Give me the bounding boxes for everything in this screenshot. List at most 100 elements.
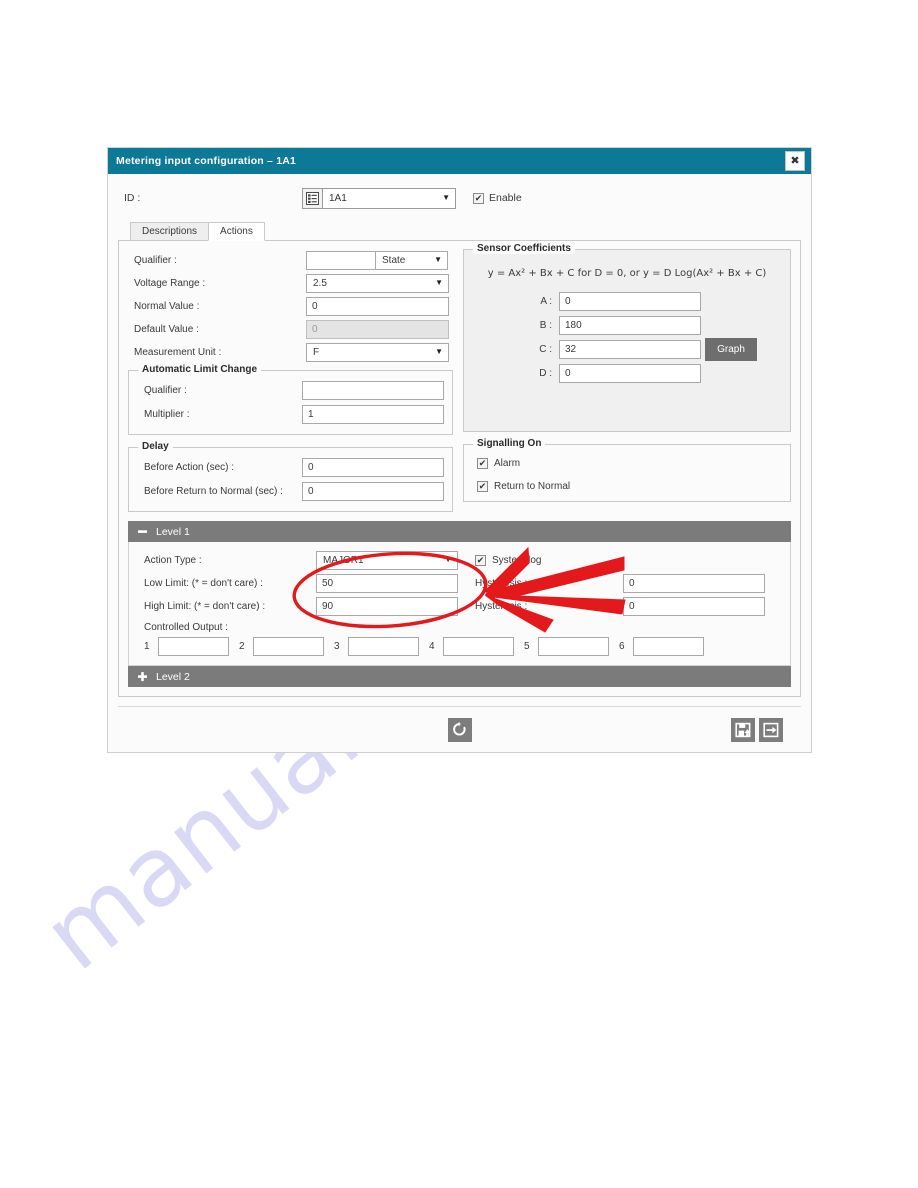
coef-a-input[interactable]: 0: [559, 291, 701, 311]
coef-d-label: D :: [539, 367, 552, 379]
close-icon[interactable]: ✖: [785, 151, 805, 171]
chevron-down-icon: ▼: [435, 347, 443, 356]
level-2-title: Level 2: [156, 670, 190, 683]
coef-row-d: D : 0: [474, 362, 780, 384]
plus-icon[interactable]: [137, 671, 148, 682]
chevron-down-icon: ▼: [444, 555, 452, 564]
before-action-label: Before Action (sec) :: [144, 462, 235, 473]
alc-qualifier-row: Qualifier :: [136, 379, 445, 402]
dialog-footer: [118, 706, 801, 752]
voltage-range-select[interactable]: 2.5 ▼: [306, 273, 449, 293]
chevron-down-icon: ▼: [435, 278, 443, 287]
default-value-input: 0: [306, 319, 449, 339]
before-return-label: Before Return to Normal (sec) :: [144, 486, 283, 497]
low-limit-label: Low Limit: (* = don't care) :: [144, 577, 263, 589]
graph-button[interactable]: Graph: [705, 338, 757, 361]
id-select-value: 1A1: [329, 192, 347, 204]
save-icon[interactable]: [731, 717, 755, 742]
low-limit-input[interactable]: 50: [316, 573, 458, 593]
automatic-limit-change-legend: Automatic Limit Change: [138, 364, 262, 375]
hysteresis-1-input[interactable]: 0: [623, 573, 765, 593]
controlled-output-input-5[interactable]: [538, 637, 609, 656]
refresh-icon[interactable]: [447, 717, 472, 742]
controlled-output-num-6: 6: [619, 641, 625, 652]
system-log-checkbox-box[interactable]: ✔: [475, 554, 486, 566]
controlled-output-input-6[interactable]: [633, 637, 704, 656]
dialog-title: Metering input configuration – 1A1: [116, 155, 297, 167]
controlled-output-num-5: 5: [524, 641, 530, 652]
normal-value-input[interactable]: 0: [306, 296, 449, 316]
alc-multiplier-input[interactable]: 1: [302, 405, 444, 424]
alc-qualifier-label: Qualifier :: [144, 385, 187, 396]
enable-checkbox[interactable]: ✔ Enable: [473, 192, 522, 204]
controlled-output-input-1[interactable]: [158, 637, 229, 656]
system-log-checkbox[interactable]: ✔ System log: [467, 549, 541, 572]
controlled-output-num-2: 2: [239, 641, 245, 652]
signalling-alarm[interactable]: ✔ Alarm: [471, 452, 783, 475]
before-action-row: Before Action (sec) : 0: [136, 456, 445, 479]
coef-c-input[interactable]: 32: [559, 339, 701, 359]
level-1-header[interactable]: Level 1: [128, 521, 791, 542]
high-limit-label: High Limit: (* = don't care) :: [144, 600, 266, 612]
controlled-output-input-4[interactable]: [443, 637, 514, 656]
controlled-output-input-2[interactable]: [253, 637, 324, 656]
enable-checkbox-box[interactable]: ✔: [473, 192, 484, 204]
alc-multiplier-label: Multiplier :: [144, 409, 190, 420]
measurement-unit-select[interactable]: F ▼: [306, 342, 449, 362]
delay-legend: Delay: [138, 441, 173, 452]
qualifier-select[interactable]: State ▼: [376, 250, 448, 270]
level-1-columns: Action Type : MAJOR1 ▼ Low Limit: (* = d…: [138, 549, 781, 618]
sensor-coefficients-group: Sensor Coefficients y = Ax² + Bx + C for…: [463, 243, 791, 432]
controlled-output-cell-3: 3: [334, 637, 419, 656]
signalling-return-to-normal[interactable]: ✔ Return to Normal: [471, 475, 783, 498]
list-grid-icon[interactable]: [302, 187, 323, 209]
alarm-label: Alarm: [494, 458, 521, 469]
voltage-range-row: Voltage Range : 2.5 ▼: [128, 272, 453, 294]
controlled-output-cell-2: 2: [239, 637, 324, 656]
return-to-normal-checkbox[interactable]: ✔: [477, 481, 488, 492]
hysteresis-1-row: Hysteresis : 0: [467, 572, 781, 594]
default-value-row: Default Value : 0: [128, 318, 453, 340]
action-type-select[interactable]: MAJOR1 ▼: [316, 550, 458, 570]
id-select[interactable]: 1A1 ▼: [323, 187, 456, 209]
before-return-input[interactable]: 0: [302, 482, 444, 501]
tab-descriptions[interactable]: Descriptions: [130, 222, 210, 241]
coef-row-a: A : 0: [474, 290, 780, 312]
hysteresis-2-row: Hysteresis : 0: [467, 595, 781, 617]
tab-actions[interactable]: Actions: [208, 222, 265, 241]
signalling-on-legend: Signalling On: [473, 438, 546, 449]
alc-qualifier-input[interactable]: [302, 381, 444, 400]
right-column: Sensor Coefficients y = Ax² + Bx + C for…: [463, 243, 791, 512]
left-column: Qualifier : State ▼ Voltage Range : 2.5: [128, 249, 453, 512]
level-2-header[interactable]: Level 2: [128, 666, 791, 687]
coef-b-input[interactable]: 180: [559, 315, 701, 335]
high-limit-input[interactable]: 90: [316, 596, 458, 616]
controlled-output-cell-6: 6: [619, 637, 704, 656]
measurement-unit-row: Measurement Unit : F ▼: [128, 341, 453, 363]
return-to-normal-label: Return to Normal: [494, 481, 571, 492]
level-1-title: Level 1: [156, 525, 190, 538]
controlled-output-num-3: 3: [334, 641, 340, 652]
alc-multiplier-row: Multiplier : 1: [136, 403, 445, 426]
coef-d-input[interactable]: 0: [559, 363, 701, 383]
alarm-checkbox[interactable]: ✔: [477, 458, 488, 469]
before-action-input[interactable]: 0: [302, 458, 444, 477]
hysteresis-2-input[interactable]: 0: [623, 596, 765, 616]
minus-icon[interactable]: [137, 526, 148, 537]
actions-panel: Qualifier : State ▼ Voltage Range : 2.5: [118, 240, 801, 697]
controlled-output-num-4: 4: [429, 641, 435, 652]
before-return-row: Before Return to Normal (sec) : 0: [136, 480, 445, 503]
qualifier-input[interactable]: [306, 250, 376, 270]
controlled-output-cell-4: 4: [429, 637, 514, 656]
controlled-output-input-3[interactable]: [348, 637, 419, 656]
chevron-down-icon: ▼: [442, 193, 450, 202]
controlled-output-num-1: 1: [144, 641, 150, 652]
exit-icon[interactable]: [759, 717, 783, 742]
action-type-value: MAJOR1: [323, 554, 364, 566]
controlled-output-label: Controlled Output :: [144, 622, 228, 633]
voltage-range-value: 2.5: [313, 277, 327, 289]
hysteresis-2-label: Hysteresis :: [475, 600, 528, 612]
id-row: ID : 1A1 ▼ ✔ Enable: [124, 186, 801, 210]
voltage-range-label: Voltage Range :: [134, 277, 206, 289]
coef-row-b: B : 180: [474, 314, 780, 336]
